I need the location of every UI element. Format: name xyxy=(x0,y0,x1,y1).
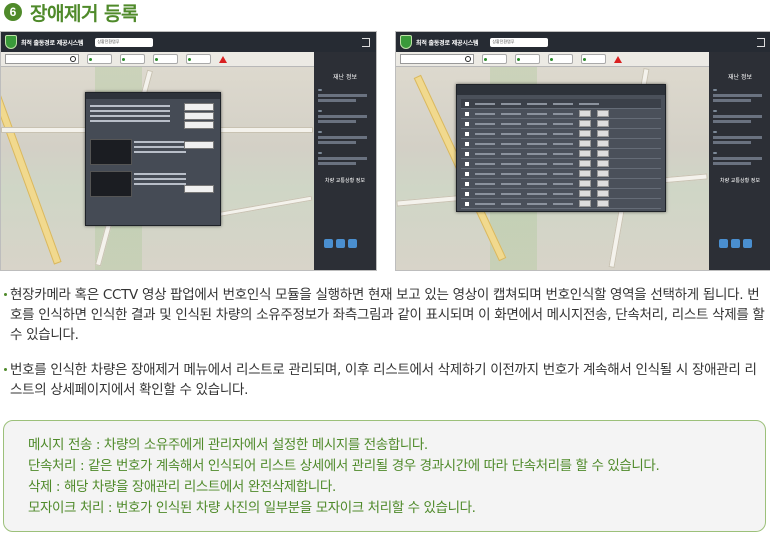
feature-note-box: 메시지 전송 : 차량의 소유주에게 관리자에서 설정한 메시지를 전송합니다.… xyxy=(3,420,766,532)
toolbar-chip xyxy=(482,54,507,64)
popup-capture-row xyxy=(90,139,216,167)
table-header-row xyxy=(461,99,661,109)
side-panel-item xyxy=(713,150,767,165)
note-mosaic: 모자이크 처리 : 번호가 인식된 차량 사진의 일부분을 모자이크 처리할 수… xyxy=(28,500,476,516)
warning-icon xyxy=(219,55,227,63)
toolbar-chip xyxy=(120,54,145,64)
location-icon xyxy=(324,239,333,248)
popup-button xyxy=(184,141,214,149)
location-icon xyxy=(719,239,728,248)
shield-logo-icon xyxy=(400,35,412,49)
map-road xyxy=(1,81,62,265)
app-titlebar: 최적 출동경로 제공시스템 상황전환탭푸 xyxy=(1,32,376,52)
exit-icon xyxy=(362,38,370,47)
capture-thumbnail xyxy=(90,171,132,197)
exit-icon xyxy=(757,38,765,47)
side-panel: 재난 정보 차량 교통상황 정보 xyxy=(709,52,770,270)
camera-icon xyxy=(336,239,345,248)
side-panel-item xyxy=(318,87,372,102)
obstacle-list-popup xyxy=(456,84,666,212)
toolbar-chip xyxy=(581,54,606,64)
screenshot-right: 최적 출동경로 제공시스템 상황전환탭푸 재난 정보 차량 교통상황 정보 xyxy=(395,31,770,271)
search-icon xyxy=(70,56,76,62)
map-search-field xyxy=(400,54,474,64)
popup-titlebar xyxy=(457,85,665,95)
side-panel-item xyxy=(318,150,372,165)
popup-titlebar xyxy=(86,93,220,99)
section-number-badge: 6 xyxy=(4,3,22,21)
popup-capture-row xyxy=(90,171,216,199)
map-search-field xyxy=(5,54,79,64)
section-title: 장애제거 등록 xyxy=(30,2,139,25)
table-row xyxy=(461,129,661,139)
side-panel-item xyxy=(318,108,372,123)
app-title: 최적 출동경로 제공시스템 xyxy=(21,39,84,47)
side-panel-item xyxy=(713,108,767,123)
search-icon xyxy=(465,56,471,62)
side-panel-subtitle: 차량 교통상황 정보 xyxy=(720,178,760,184)
toolbar-chip xyxy=(186,54,211,64)
side-panel-item xyxy=(713,129,767,144)
table-row xyxy=(461,169,661,179)
app-titlebar: 최적 출동경로 제공시스템 상황전환탭푸 xyxy=(396,32,770,52)
popup-owner-info xyxy=(90,103,216,131)
toolbar-chip xyxy=(515,54,540,64)
app-search-box: 상황전환탭푸 xyxy=(95,37,154,47)
capture-thumbnail xyxy=(90,139,132,165)
app-search-box: 상황전환탭푸 xyxy=(490,37,549,47)
refresh-icon xyxy=(743,239,752,248)
note-enforcement: 단속처리 : 같은 번호가 계속해서 인식되어 리스트 상세에서 관리될 경우 … xyxy=(28,458,660,474)
table-row xyxy=(461,189,661,199)
app-title: 최적 출동경로 제공시스템 xyxy=(416,39,479,47)
note-delete: 삭제 : 해당 차량을 장애관리 리스트에서 완전삭제합니다. xyxy=(28,479,336,495)
side-panel-item xyxy=(318,129,372,144)
description-bullet: 번호를 인식한 차량은 장애제거 메뉴에서 리스트로 관리되며, 이후 리스트에… xyxy=(4,360,768,400)
side-panel: 재난 정보 차량 교통상황 정보 xyxy=(314,52,376,270)
toolbar-chip xyxy=(87,54,112,64)
table-row xyxy=(461,199,661,209)
description-bullet: 현장카메라 혹은 CCTV 영상 팝업에서 번호인식 모듈을 실행하면 현재 보… xyxy=(4,285,768,345)
side-panel-icons xyxy=(324,239,357,248)
table-row xyxy=(461,119,661,129)
shield-logo-icon xyxy=(5,35,17,49)
table-row xyxy=(461,179,661,189)
popup-button xyxy=(184,185,214,193)
side-panel-subtitle: 차량 교통상황 정보 xyxy=(325,178,365,184)
side-panel-title: 재난 정보 xyxy=(333,74,357,81)
toolbar-chip xyxy=(548,54,573,64)
camera-icon xyxy=(731,239,740,248)
side-panel-icons xyxy=(719,239,752,248)
table-row xyxy=(461,139,661,149)
note-message-send: 메시지 전송 : 차량의 소유주에게 관리자에서 설정한 메시지를 전송합니다. xyxy=(28,437,428,453)
screenshot-left: 최적 출동경로 제공시스템 상황전환탭푸 재난 정보 차량 교통상황 정보 xyxy=(0,31,377,271)
popup-button xyxy=(184,112,214,120)
toolbar-chip xyxy=(153,54,178,64)
side-panel-title: 재난 정보 xyxy=(728,74,752,81)
popup-button xyxy=(184,103,214,111)
table-row xyxy=(461,109,661,119)
popup-button xyxy=(184,121,214,129)
side-panel-item xyxy=(713,87,767,102)
table-row xyxy=(461,159,661,169)
plate-recognition-popup xyxy=(85,92,221,226)
table-row xyxy=(461,149,661,159)
warning-icon xyxy=(614,55,622,63)
app-toolbar xyxy=(396,52,709,67)
section-header: 6 장애제거 등록 xyxy=(4,0,139,25)
refresh-icon xyxy=(348,239,357,248)
obstacle-list-table xyxy=(461,99,661,209)
app-toolbar xyxy=(1,52,314,67)
